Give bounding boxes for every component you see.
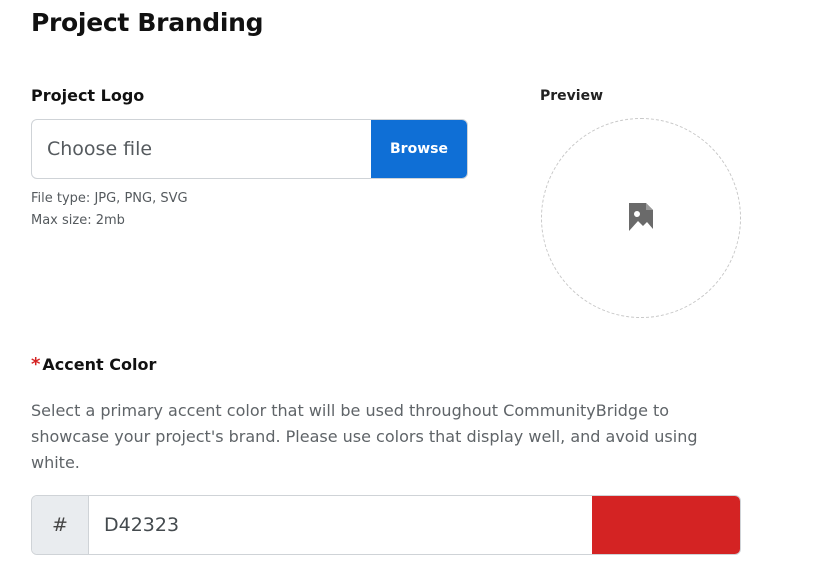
accent-color-label: * Accent Color — [31, 354, 156, 375]
color-swatch[interactable] — [592, 496, 740, 554]
file-input[interactable]: Choose file — [32, 120, 371, 178]
browse-button[interactable]: Browse — [371, 120, 467, 178]
file-type-hint: File type: JPG, PNG, SVG — [31, 191, 188, 206]
preview-label: Preview — [540, 88, 604, 104]
max-size-hint: Max size: 2mb — [31, 213, 125, 228]
hex-color-input[interactable]: D42323 — [89, 496, 592, 554]
image-placeholder-icon — [629, 203, 653, 233]
accent-color-input-group: # D42323 — [31, 495, 741, 555]
accent-color-label-text: Accent Color — [42, 355, 157, 374]
logo-preview — [541, 118, 741, 318]
project-logo-label: Project Logo — [31, 86, 145, 105]
accent-color-description: Select a primary accent color that will … — [31, 401, 698, 472]
logo-file-picker[interactable]: Choose file Browse — [31, 119, 468, 179]
page-title: Project Branding — [31, 8, 264, 37]
required-mark: * — [31, 354, 41, 375]
project-branding-page: Project Branding Project Logo Choose fil… — [0, 0, 836, 586]
hash-prefix: # — [32, 496, 89, 554]
